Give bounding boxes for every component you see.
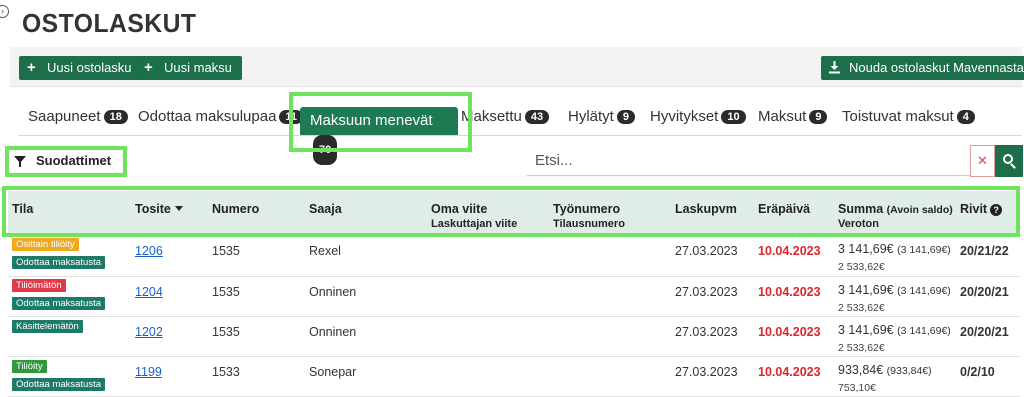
numero-cell: 1533 bbox=[212, 365, 240, 379]
count-badge: 43 bbox=[524, 110, 550, 124]
table-row[interactable]: Käsittelemätön 1202 1535 Onninen 27.03.2… bbox=[8, 317, 1020, 357]
table-row[interactable]: Tiliöimätön Odottaa maksatusta 1204 1535… bbox=[8, 277, 1020, 317]
tab-maksut[interactable]: Maksut 9 bbox=[758, 108, 828, 125]
count-badge: 9 bbox=[616, 110, 635, 124]
toolbar: + Uusi ostolasku + Uusi maksu Nouda osto… bbox=[10, 47, 1024, 87]
numero-cell: 1535 bbox=[212, 285, 240, 299]
saaja-cell: Onninen bbox=[309, 285, 357, 299]
status-badge: Osittain tiliöity bbox=[12, 238, 79, 251]
rivit-cell: 0/2/10 bbox=[960, 365, 995, 379]
fetch-invoices-button[interactable]: Nouda ostolaskut Mavennasta bbox=[821, 56, 1024, 80]
filters-highlight bbox=[5, 146, 127, 177]
laskupvm-cell: 27.03.2023 bbox=[675, 365, 738, 379]
tab-toistuvat-maksut[interactable]: Toistuvat maksut 4 bbox=[842, 108, 975, 125]
saaja-cell: Rexel bbox=[309, 244, 341, 258]
status-badge: Tiliöimätön bbox=[12, 279, 66, 292]
summa-cell: 3 141,69€ (3 141,69€) bbox=[838, 323, 951, 337]
fetch-invoices-label: Nouda ostolaskut Mavennasta bbox=[849, 60, 1024, 75]
numero-cell: 1535 bbox=[212, 244, 240, 258]
table-row[interactable]: Tiliöity Odottaa maksatusta 1199 1533 So… bbox=[8, 357, 1020, 397]
saaja-cell: Onninen bbox=[309, 325, 357, 339]
numero-cell: 1535 bbox=[212, 325, 240, 339]
count-badge: 18 bbox=[103, 110, 128, 124]
new-invoice-label: Uusi ostolasku bbox=[47, 60, 132, 75]
active-tab-highlight bbox=[289, 92, 472, 152]
table-row[interactable]: Osittain tiliöity Odottaa maksatusta 120… bbox=[8, 236, 1020, 277]
plus-icon: + bbox=[27, 59, 36, 76]
summa-cell: 3 141,69€ (3 141,69€) bbox=[838, 283, 951, 297]
veroton-cell: 2 533,62€ bbox=[838, 302, 885, 314]
saaja-cell: Sonepar bbox=[309, 365, 357, 379]
summa-cell: 933,84€ (933,84€) bbox=[838, 363, 932, 377]
new-payment-button[interactable]: + Uusi maksu bbox=[136, 56, 242, 80]
search-button[interactable] bbox=[995, 145, 1023, 177]
rivit-cell: 20/21/22 bbox=[960, 244, 1009, 258]
close-icon[interactable]: ✕ bbox=[970, 145, 995, 177]
summa-cell: 3 141,69€ (3 141,69€) bbox=[838, 242, 951, 256]
new-invoice-button[interactable]: + Uusi ostolasku bbox=[19, 56, 142, 80]
veroton-cell: 753,10€ bbox=[838, 382, 876, 394]
status-badge: Tiliöity bbox=[12, 360, 47, 373]
status-badge: Odottaa maksatusta bbox=[12, 378, 106, 391]
tab-hyvitykset[interactable]: Hyvitykset 10 bbox=[650, 108, 746, 125]
tab-maksettu[interactable]: Maksettu 43 bbox=[461, 108, 550, 125]
status-badge: Odottaa maksatusta bbox=[12, 297, 106, 310]
status-badge: Odottaa maksatusta bbox=[12, 256, 106, 269]
search-input[interactable] bbox=[527, 146, 971, 176]
table-header-highlight bbox=[2, 186, 1020, 237]
tosite-link[interactable]: 1206 bbox=[135, 244, 163, 258]
page-title: OSTOLASKUT bbox=[22, 8, 197, 38]
plus-icon: + bbox=[144, 59, 153, 76]
status-tabs: Saapuneet 18 Odottaa maksulupaa 11 Maksuun… bbox=[18, 100, 1022, 165]
count-badge: 10 bbox=[721, 110, 746, 124]
rivit-cell: 20/20/21 bbox=[960, 325, 1009, 339]
new-payment-label: Uusi maksu bbox=[164, 60, 232, 75]
tosite-link[interactable]: 1204 bbox=[135, 285, 163, 299]
info-icon: › bbox=[0, 5, 9, 18]
erapaiva-cell: 10.04.2023 bbox=[758, 365, 821, 379]
laskupvm-cell: 27.03.2023 bbox=[675, 285, 738, 299]
tab-hylatyt[interactable]: Hylätyt 9 bbox=[568, 108, 635, 125]
download-icon bbox=[829, 61, 840, 74]
laskupvm-cell: 27.03.2023 bbox=[675, 325, 738, 339]
tab-odottaa-maksulupaa[interactable]: Odottaa maksulupaa 11 bbox=[138, 108, 304, 125]
veroton-cell: 2 533,62€ bbox=[838, 342, 885, 354]
rivit-cell: 20/20/21 bbox=[960, 285, 1009, 299]
erapaiva-cell: 10.04.2023 bbox=[758, 325, 821, 339]
laskupvm-cell: 27.03.2023 bbox=[675, 244, 738, 258]
erapaiva-cell: 10.04.2023 bbox=[758, 285, 821, 299]
tosite-link[interactable]: 1202 bbox=[135, 325, 163, 339]
count-badge: 4 bbox=[956, 110, 975, 124]
count-badge: 9 bbox=[809, 110, 828, 124]
status-badge: Käsittelemätön bbox=[12, 320, 83, 333]
veroton-cell: 2 533,62€ bbox=[838, 261, 885, 273]
tab-saapuneet[interactable]: Saapuneet 18 bbox=[28, 108, 128, 125]
tosite-link[interactable]: 1199 bbox=[135, 365, 162, 379]
erapaiva-cell: 10.04.2023 bbox=[758, 244, 821, 258]
